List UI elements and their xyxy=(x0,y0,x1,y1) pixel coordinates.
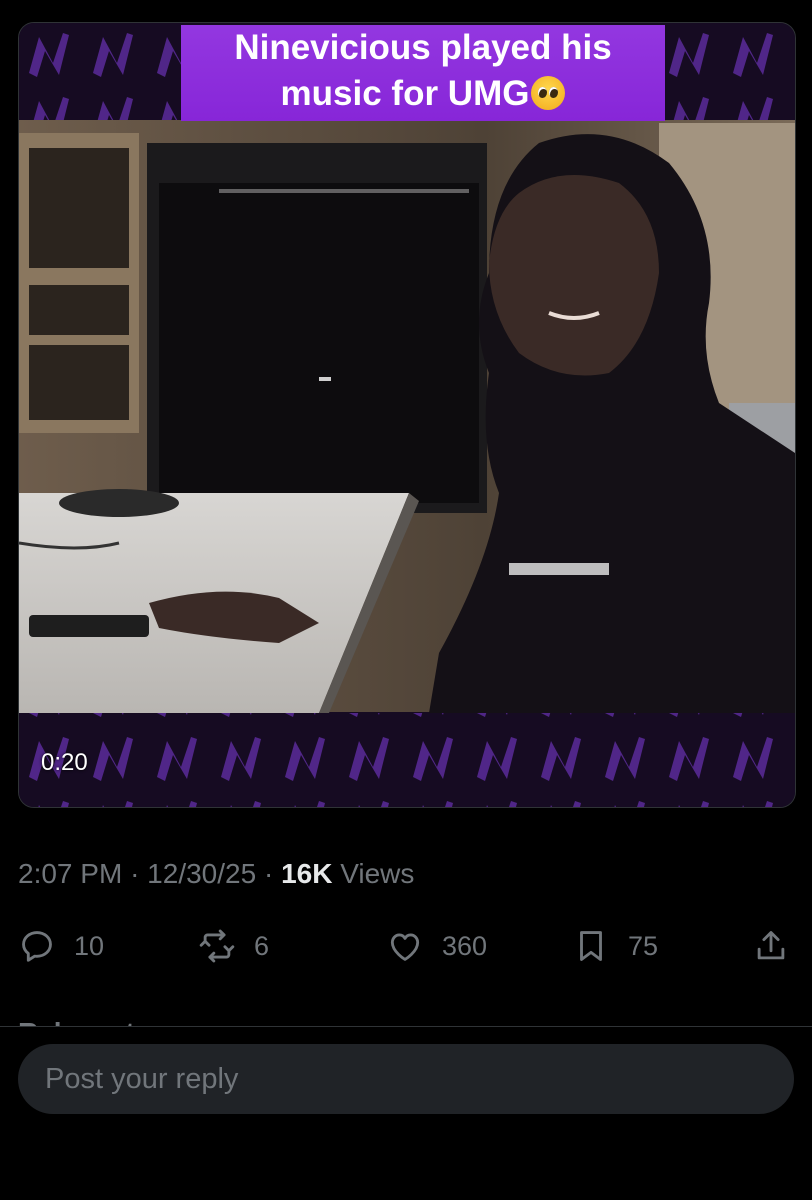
reply-count: 10 xyxy=(74,930,105,961)
like-count: 360 xyxy=(442,930,488,961)
post-detail-page: Ninevicious played his music for UMG 0:2… xyxy=(0,0,812,1200)
meta-separator: · xyxy=(263,858,274,889)
views-label[interactable]: Views xyxy=(340,858,414,889)
divider xyxy=(0,1026,812,1027)
bookmark-count: 75 xyxy=(628,930,659,961)
like-icon xyxy=(390,933,420,961)
post-meta: 2:07 PM · 12/30/25 · 16K Views xyxy=(18,858,414,890)
bookmark-icon xyxy=(580,931,602,961)
post-time[interactable]: 2:07 PM xyxy=(18,858,122,889)
share-button[interactable] xyxy=(752,922,790,970)
reply-input[interactable] xyxy=(43,1061,747,1097)
reply-sort-dropdown[interactable]: Relevant ⌄ xyxy=(18,1004,166,1026)
reply-button[interactable]: 10 xyxy=(18,922,104,970)
bookmark-button[interactable]: 75 xyxy=(572,922,658,970)
repost-icon xyxy=(199,929,235,963)
video-caption: Ninevicious played his music for UMG xyxy=(181,25,665,121)
reply-sort-label: Relevant ⌄ xyxy=(18,1016,166,1026)
repost-button[interactable]: 6 xyxy=(198,922,269,970)
meta-separator: · xyxy=(130,858,140,889)
post-actions: 10 6 360 75 xyxy=(0,922,812,970)
post-date[interactable]: 12/30/25 xyxy=(147,858,256,889)
share-icon xyxy=(757,931,785,960)
pleading-face-emoji-icon xyxy=(531,76,566,110)
reply-composer[interactable] xyxy=(18,1044,794,1114)
reply-icon xyxy=(22,931,52,962)
repost-count: 6 xyxy=(254,930,270,961)
video-frame xyxy=(19,23,795,807)
video-duration: 0:20 xyxy=(41,749,88,776)
views-count[interactable]: 16K xyxy=(281,858,332,889)
like-button[interactable]: 360 xyxy=(386,922,487,970)
video-player[interactable]: Ninevicious played his music for UMG 0:2… xyxy=(18,22,796,808)
